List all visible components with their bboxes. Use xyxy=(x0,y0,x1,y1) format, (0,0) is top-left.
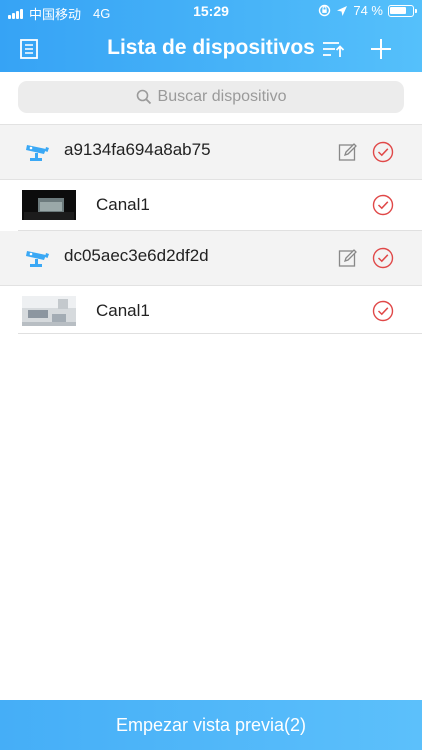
sort-icon[interactable] xyxy=(320,36,346,62)
edit-icon[interactable] xyxy=(338,142,358,162)
channel-thumbnail xyxy=(22,190,76,220)
search-input[interactable]: Buscar dispositivo xyxy=(18,81,404,113)
check-icon[interactable] xyxy=(372,300,394,322)
device-name: a9134fa694a8ab75 xyxy=(64,140,211,159)
channel-thumbnail xyxy=(22,296,76,326)
page-title: Lista de dispositivos xyxy=(107,36,315,59)
battery-icon xyxy=(388,4,417,17)
nav-bar: Lista de dispositivos xyxy=(0,24,422,72)
device-row[interactable]: dc05aec3e6d2df2d xyxy=(0,231,422,285)
start-preview-label: Empezar vista previa(2) xyxy=(115,715,307,735)
header-bar: 中国移动 4G 15:29 74 % Lista de dispositivos xyxy=(0,0,422,72)
edit-icon[interactable] xyxy=(338,248,358,268)
camera-icon xyxy=(26,251,49,267)
search-area: Buscar dispositivo xyxy=(0,72,422,124)
location-arrow-icon xyxy=(337,5,348,16)
device-row[interactable]: a9134fa694a8ab75 xyxy=(0,125,422,179)
channel-row[interactable]: Canal1 xyxy=(0,286,422,337)
rotation-lock-icon xyxy=(319,4,331,17)
check-icon[interactable] xyxy=(372,194,394,216)
device-list-screen: 中国移动 4G 15:29 74 % Lista de dispositivos xyxy=(0,0,422,750)
plus-icon[interactable] xyxy=(368,36,394,62)
channel-row[interactable]: Canal1 xyxy=(0,180,422,231)
camera-icon xyxy=(26,145,49,161)
channel-name: Canal1 xyxy=(96,301,150,320)
status-bar: 中国移动 4G 15:29 74 % xyxy=(0,0,422,24)
check-icon[interactable] xyxy=(372,141,394,163)
device-name: dc05aec3e6d2df2d xyxy=(64,246,209,265)
battery-percent: 74 % xyxy=(353,3,383,18)
channel-name: Canal1 xyxy=(96,195,150,214)
start-preview-button[interactable]: Empezar vista previa(2) xyxy=(0,700,422,750)
search-icon xyxy=(136,89,151,105)
check-icon[interactable] xyxy=(372,247,394,269)
search-placeholder: Buscar dispositivo xyxy=(157,88,287,105)
